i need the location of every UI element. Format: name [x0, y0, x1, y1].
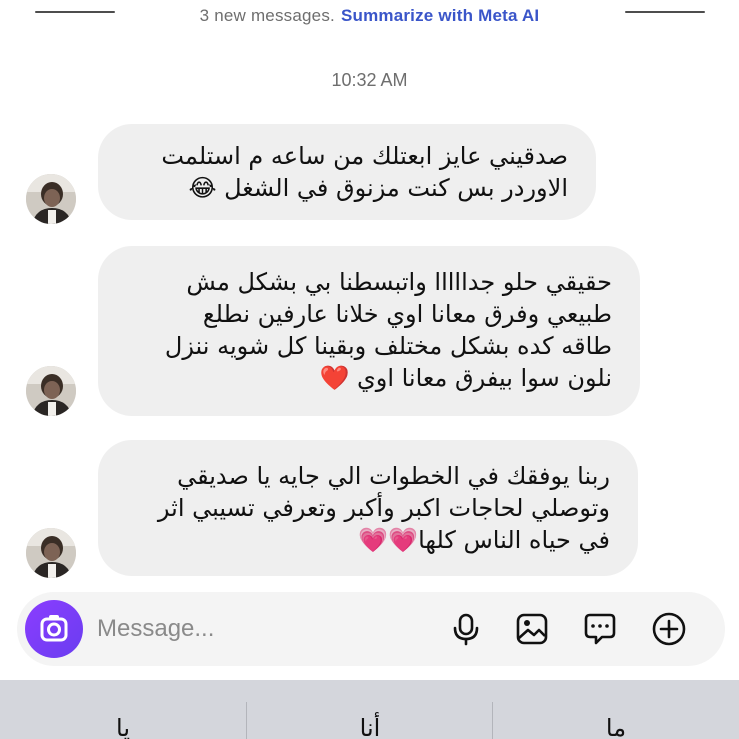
new-messages-banner: 3 new messages. Summarize with Meta AI: [0, 4, 739, 28]
banner-divider-right: [625, 11, 705, 13]
sender-avatar[interactable]: [26, 174, 76, 224]
sender-avatar[interactable]: [26, 366, 76, 416]
message-line: حقيقي حلو جدااااا واتبسطنا بي بشكل مش: [186, 268, 612, 296]
sticker-icon[interactable]: [582, 611, 618, 647]
banner-divider-left: [35, 11, 115, 13]
message-line: نلون سوا بيفرق معانا اوي ❤️: [319, 364, 612, 392]
avatar-photo-icon: [26, 528, 76, 578]
message-line: ربنا يوفقك في الخطوات الي جايه يا صديقي: [177, 462, 610, 490]
message-timestamp: 10:32 AM: [331, 70, 408, 90]
message-composer: [17, 592, 725, 666]
sender-avatar[interactable]: [26, 528, 76, 578]
message-line: طاقه كده بشكل مختلف وبقينا كل شويه ننزل: [164, 332, 612, 360]
message-bubble[interactable]: صدقيني عايز ابعتلك من ساعه م استلمت الاو…: [98, 124, 596, 220]
message-line: الاوردر بس كنت مزنوق في الشغل 😂: [188, 174, 568, 202]
image-icon[interactable]: [514, 611, 550, 647]
new-messages-text: 3 new messages.: [199, 6, 335, 25]
microphone-icon[interactable]: [448, 611, 484, 647]
chat-screen: 3 new messages. Summarize with Meta AI 1…: [0, 0, 739, 739]
suggestion-word[interactable]: ما: [493, 714, 739, 739]
message-bubble[interactable]: حقيقي حلو جدااااا واتبسطنا بي بشكل مش طب…: [98, 246, 640, 416]
message-input[interactable]: [97, 609, 427, 649]
suggestion-word[interactable]: أنا: [247, 714, 493, 739]
message-bubble[interactable]: ربنا يوفقك في الخطوات الي جايه يا صديقي …: [98, 440, 638, 576]
message-line: طبيعي وفرق معانا اوي خلانا عارفين نطلع: [202, 300, 612, 328]
keyboard-suggestion-bar: يا أنا ما: [0, 680, 739, 739]
suggestion-word[interactable]: يا: [0, 714, 246, 739]
message-line: في حياه الناس كلها💗💗: [358, 526, 610, 554]
summarize-link[interactable]: Summarize with Meta AI: [341, 6, 539, 26]
avatar-photo-icon: [26, 174, 76, 224]
plus-icon[interactable]: [651, 611, 687, 647]
camera-icon: [40, 615, 68, 642]
message-line: وتوصلي لحاجات اكبر وأكبر وتعرفي تسيبي اث…: [157, 494, 610, 522]
camera-button[interactable]: [25, 600, 83, 658]
message-line: صدقيني عايز ابعتلك من ساعه م استلمت: [161, 142, 568, 170]
avatar-photo-icon: [26, 366, 76, 416]
